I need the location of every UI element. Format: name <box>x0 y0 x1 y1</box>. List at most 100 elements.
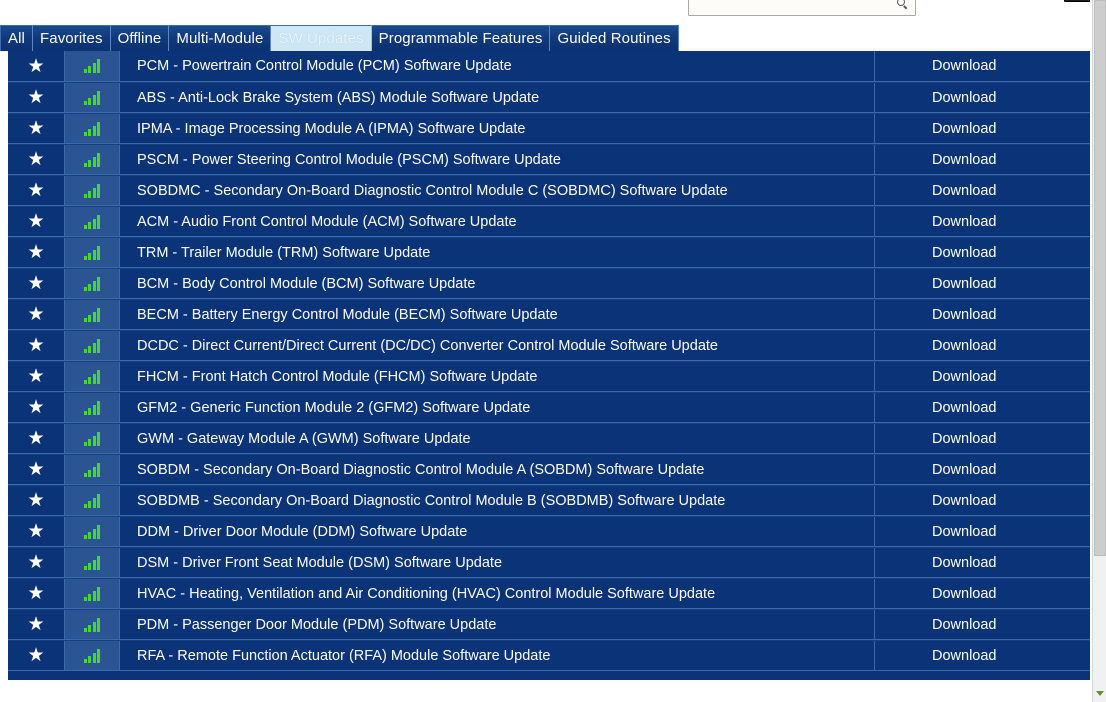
favorite-toggle[interactable]: ★ <box>8 486 65 515</box>
download-button[interactable]: Download <box>875 579 1092 608</box>
table-row[interactable]: ★ SOBDM - Secondary On-Board Diagnostic C… <box>8 454 1092 485</box>
download-button[interactable]: Download <box>875 176 1092 205</box>
table-row[interactable]: ★ BCM - Body Control Module (BCM) Softwar… <box>8 268 1092 299</box>
search-icon[interactable] <box>897 0 908 10</box>
module-name[interactable]: SOBDM - Secondary On-Board Diagnostic Co… <box>120 455 875 484</box>
download-button[interactable]: Download <box>875 610 1092 639</box>
table-row[interactable]: ★ DDM - Driver Door Module (DDM) Software… <box>8 516 1092 547</box>
favorite-toggle[interactable]: ★ <box>8 610 65 639</box>
table-row[interactable]: ★ GWM - Gateway Module A (GWM) Software U… <box>8 423 1092 454</box>
table-row[interactable]: ★ PSCM - Power Steering Control Module (P… <box>8 144 1092 175</box>
table-row[interactable]: ★ PCM - Powertrain Control Module (PCM) S… <box>8 51 1092 82</box>
table-row[interactable]: ★ GFM2 - Generic Function Module 2 (GFM2)… <box>8 392 1092 423</box>
tab-guided-routines[interactable]: Guided Routines <box>550 25 679 51</box>
table-row[interactable]: ★ DSM - Driver Front Seat Module (DSM) So… <box>8 547 1092 578</box>
module-name[interactable]: SOBDMC - Secondary On-Board Diagnostic C… <box>120 176 875 205</box>
favorite-toggle[interactable]: ★ <box>8 579 65 608</box>
download-button[interactable]: Download <box>875 331 1092 360</box>
module-name[interactable]: IPMA - Image Processing Module A (IPMA) … <box>120 114 875 143</box>
download-button[interactable]: Download <box>875 641 1092 670</box>
table-row[interactable]: ★ FHCM - Front Hatch Control Module (FHCM… <box>8 361 1092 392</box>
table-row[interactable]: ★ HVAC - Heating, Ventilation and Air Con… <box>8 578 1092 609</box>
module-name[interactable]: ABS - Anti-Lock Brake System (ABS) Modul… <box>120 83 875 112</box>
module-name[interactable]: HVAC - Heating, Ventilation and Air Cond… <box>120 579 875 608</box>
favorite-toggle[interactable]: ★ <box>8 207 65 236</box>
favorite-toggle[interactable]: ★ <box>8 362 65 391</box>
module-name[interactable]: RFA - Remote Function Actuator (RFA) Mod… <box>120 641 875 670</box>
tab-all[interactable]: All <box>0 25 33 51</box>
download-button[interactable]: Download <box>875 83 1092 112</box>
favorite-toggle[interactable]: ★ <box>8 548 65 577</box>
module-name[interactable]: BCM - Body Control Module (BCM) Software… <box>120 269 875 298</box>
download-button[interactable]: Download <box>875 486 1092 515</box>
table-row[interactable]: ★ SOBDMB - Secondary On-Board Diagnostic … <box>8 485 1092 516</box>
download-button[interactable]: Download <box>875 269 1092 298</box>
favorite-toggle[interactable]: ★ <box>8 331 65 360</box>
favorite-toggle[interactable]: ★ <box>8 176 65 205</box>
favorite-toggle[interactable]: ★ <box>8 641 65 670</box>
module-name[interactable]: ACM - Audio Front Control Module (ACM) S… <box>120 207 875 236</box>
download-button[interactable]: Download <box>875 455 1092 484</box>
download-button[interactable]: Download <box>875 145 1092 174</box>
tab-favorites[interactable]: Favorites <box>32 25 111 51</box>
table-row[interactable]: ★ ACM - Audio Front Control Module (ACM) … <box>8 206 1092 237</box>
favorite-toggle[interactable]: ★ <box>8 238 65 267</box>
star-icon: ★ <box>27 149 45 170</box>
table-row[interactable]: ★ IPMA - Image Processing Module A (IPMA)… <box>8 113 1092 144</box>
download-button[interactable]: Download <box>875 362 1092 391</box>
vertical-scrollbar[interactable] <box>1092 0 1106 702</box>
module-name[interactable]: BECM - Battery Energy Control Module (BE… <box>120 300 875 329</box>
favorite-toggle[interactable]: ★ <box>8 455 65 484</box>
table-row[interactable]: ★ PDM - Passenger Door Module (PDM) Softw… <box>8 609 1092 640</box>
table-row[interactable]: ★ ABS - Anti-Lock Brake System (ABS) Modu… <box>8 82 1092 113</box>
favorite-toggle[interactable]: ★ <box>8 393 65 422</box>
favorite-toggle[interactable]: ★ <box>8 114 65 143</box>
download-button[interactable]: Download <box>875 393 1092 422</box>
module-name[interactable]: GFM2 - Generic Function Module 2 (GFM2) … <box>120 393 875 422</box>
module-name[interactable]: DDM - Driver Door Module (DDM) Software … <box>120 517 875 546</box>
table-row[interactable]: ★ RFA - Remote Function Actuator (RFA) Mo… <box>8 640 1092 671</box>
module-name[interactable]: TRM - Trailer Module (TRM) Software Upda… <box>120 238 875 267</box>
favorite-toggle[interactable]: ★ <box>8 83 65 112</box>
signal-strength-cell <box>65 579 120 608</box>
favorite-toggle[interactable]: ★ <box>8 424 65 453</box>
tab-offline[interactable]: Offline <box>110 25 170 51</box>
download-button[interactable]: Download <box>875 238 1092 267</box>
module-name[interactable]: PSCM - Power Steering Control Module (PS… <box>120 145 875 174</box>
module-name[interactable]: GWM - Gateway Module A (GWM) Software Up… <box>120 424 875 453</box>
table-row[interactable]: ★ SOBDMC - Secondary On-Board Diagnostic … <box>8 175 1092 206</box>
star-icon: ★ <box>27 180 45 201</box>
table-row[interactable]: ★ DCDC - Direct Current/Direct Current (D… <box>8 330 1092 361</box>
table-row[interactable]: ★ BECM - Battery Energy Control Module (B… <box>8 299 1092 330</box>
scroll-down-arrow-icon[interactable] <box>1096 691 1104 696</box>
table-row[interactable]: ★ TRM - Trailer Module (TRM) Software Upd… <box>8 237 1092 268</box>
module-name[interactable]: SOBDMB - Secondary On-Board Diagnostic C… <box>120 486 875 515</box>
favorite-toggle[interactable]: ★ <box>8 300 65 329</box>
signal-bars-icon <box>83 338 101 353</box>
favorite-toggle[interactable]: ★ <box>8 517 65 546</box>
download-button[interactable]: Download <box>875 51 1092 81</box>
favorite-toggle[interactable]: ★ <box>8 269 65 298</box>
download-button[interactable]: Download <box>875 300 1092 329</box>
favorite-toggle[interactable]: ★ <box>8 51 65 81</box>
module-name[interactable]: DCDC - Direct Current/Direct Current (DC… <box>120 331 875 360</box>
download-button[interactable]: Download <box>875 207 1092 236</box>
tab-multi-module[interactable]: Multi-Module <box>169 25 272 51</box>
download-button[interactable]: Download <box>875 517 1092 546</box>
module-name[interactable]: DSM - Driver Front Seat Module (DSM) Sof… <box>120 548 875 577</box>
star-icon: ★ <box>27 428 45 449</box>
module-name[interactable]: PDM - Passenger Door Module (PDM) Softwa… <box>120 610 875 639</box>
search-input[interactable] <box>688 0 916 16</box>
download-button[interactable]: Download <box>875 424 1092 453</box>
signal-strength-cell <box>65 207 120 236</box>
tab-programmable-features[interactable]: Programmable Features <box>371 25 551 51</box>
download-button[interactable]: Download <box>875 548 1092 577</box>
signal-strength-cell <box>65 145 120 174</box>
scrollbar-thumb[interactable] <box>1094 0 1106 556</box>
download-button[interactable]: Download <box>875 114 1092 143</box>
module-name[interactable]: FHCM - Front Hatch Control Module (FHCM)… <box>120 362 875 391</box>
tab-sw-updates[interactable]: SW Updates <box>271 25 372 51</box>
favorite-toggle[interactable]: ★ <box>8 145 65 174</box>
star-icon: ★ <box>27 366 45 387</box>
module-name[interactable]: PCM - Powertrain Control Module (PCM) So… <box>120 51 875 81</box>
